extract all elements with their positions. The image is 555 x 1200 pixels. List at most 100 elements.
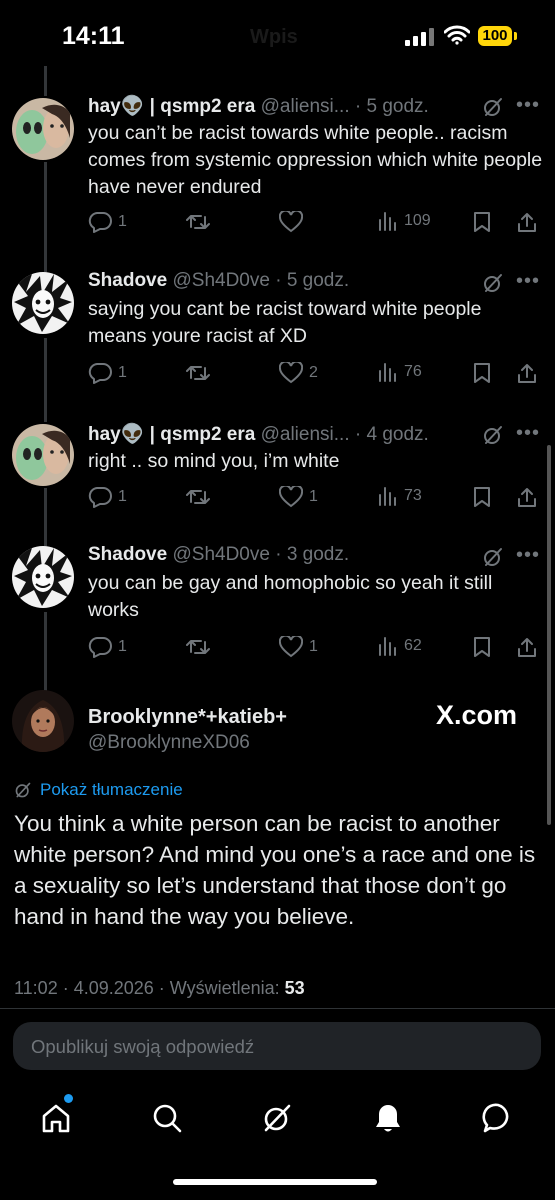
manga-avatar-image <box>12 272 74 334</box>
views-count: 109 <box>404 212 431 229</box>
thread-line <box>44 338 47 422</box>
thread-line <box>44 66 47 96</box>
bookmark-icon[interactable] <box>472 211 492 233</box>
grok-icon[interactable] <box>482 272 504 294</box>
bookmark-icon[interactable] <box>472 636 492 658</box>
heart-icon <box>279 636 303 658</box>
tweet-text: You think a white person can be racist t… <box>14 811 536 929</box>
translate-link[interactable]: Pokaż tłumaczenie <box>14 780 183 800</box>
tweet-text: you can be gay and homophobic so yeah it… <box>88 572 493 621</box>
share-icon[interactable] <box>516 211 538 233</box>
display-name[interactable]: Shadove <box>88 270 167 291</box>
tweet-actions: 1 2 76 <box>88 362 543 388</box>
reply-placeholder: Opublikuj swoją odpowiedź <box>31 1036 255 1057</box>
views-button[interactable]: 76 <box>378 362 422 382</box>
reply-input[interactable]: Opublikuj swoją odpowiedź <box>13 1022 541 1070</box>
reply-count: 1 <box>118 638 127 655</box>
avatar[interactable] <box>12 424 74 486</box>
profile-photo-image <box>12 690 74 752</box>
home-indicator[interactable] <box>173 1179 377 1185</box>
tweet-time: 5 godz. <box>286 270 350 291</box>
tweet-actions: 1 1 62 <box>88 636 543 662</box>
avatar[interactable] <box>12 98 74 160</box>
repost-icon <box>186 640 210 654</box>
like-count: 1 <box>309 488 318 505</box>
like-button[interactable]: 2 <box>279 362 318 384</box>
status-bar: 14:11 Wpis 100 <box>0 0 555 72</box>
repost-button[interactable] <box>186 211 216 233</box>
like-count: 1 <box>309 638 318 655</box>
grok-icon[interactable] <box>482 96 504 118</box>
more-options-icon[interactable]: ••• <box>516 94 540 117</box>
display-name[interactable]: hay👽 | qsmp2 era <box>88 96 255 117</box>
user-handle[interactable]: @BrooklynneXD06 <box>88 732 250 754</box>
bottom-tab-bar <box>0 1090 555 1150</box>
share-icon[interactable] <box>516 362 538 384</box>
reply-icon <box>88 363 112 384</box>
display-name[interactable]: hay👽 | qsmp2 era <box>88 424 255 445</box>
views-button[interactable]: 73 <box>378 486 422 506</box>
user-handle[interactable]: @aliensi... <box>261 424 350 445</box>
repost-button[interactable] <box>186 362 216 384</box>
views-count: 53 <box>284 978 305 998</box>
tweet-header: hay👽 | qsmp2 era @aliensi... · 4 godz. <box>88 424 429 445</box>
cellular-signal-icon <box>405 28 434 46</box>
tweet-header: Shadove @Sh4D0ve · 3 godz. <box>88 544 350 565</box>
divider <box>0 1008 555 1009</box>
reply-button[interactable]: 1 <box>88 486 127 508</box>
user-handle[interactable]: @aliensi... <box>261 96 350 117</box>
x-watermark: X.com <box>436 700 518 730</box>
grok-tab-icon[interactable] <box>261 1102 293 1134</box>
grok-icon[interactable] <box>482 546 504 568</box>
search-icon[interactable] <box>151 1102 183 1134</box>
heart-icon <box>279 362 303 384</box>
wifi-icon <box>444 25 470 45</box>
reply-button[interactable]: 1 <box>88 211 127 233</box>
like-button[interactable]: 1 <box>279 636 318 658</box>
bookmark-icon[interactable] <box>472 486 492 508</box>
display-name[interactable]: Shadove <box>88 544 167 565</box>
grok-icon <box>15 782 31 798</box>
like-button[interactable]: 1 <box>279 486 318 508</box>
tweet-time: 3 godz. <box>286 544 350 565</box>
home-icon[interactable] <box>40 1102 72 1134</box>
more-options-icon[interactable]: ••• <box>516 422 540 445</box>
more-options-icon[interactable]: ••• <box>516 544 540 567</box>
battery-indicator: 100 <box>478 26 512 46</box>
reply-button[interactable]: 1 <box>88 362 127 384</box>
tweet-text: you can’t be racist towards white people… <box>88 122 543 198</box>
tweet-header: hay👽 | qsmp2 era @aliensi... · 5 godz. <box>88 96 429 117</box>
bookmark-icon[interactable] <box>472 362 492 384</box>
share-icon[interactable] <box>516 636 538 658</box>
views-icon <box>379 363 396 382</box>
avatar[interactable] <box>12 546 74 608</box>
heart-icon <box>279 211 303 233</box>
tweet-actions: 1 1 73 <box>88 486 543 512</box>
notifications-icon[interactable] <box>372 1102 404 1134</box>
display-name[interactable]: Brooklynne*+katieb+ <box>88 706 287 729</box>
views-button[interactable]: 62 <box>378 636 422 656</box>
share-icon[interactable] <box>516 486 538 508</box>
more-options-icon[interactable]: ••• <box>516 270 540 293</box>
reply-count: 1 <box>118 213 127 230</box>
like-button[interactable] <box>279 211 309 233</box>
repost-button[interactable] <box>186 486 216 508</box>
manga-avatar-image <box>12 546 74 608</box>
views-count: 62 <box>404 637 422 654</box>
tweet-text: saying you cant be racist toward white p… <box>88 298 482 347</box>
grok-icon[interactable] <box>482 424 504 446</box>
repost-button[interactable] <box>186 636 216 658</box>
repost-icon <box>186 215 210 229</box>
scrollbar[interactable] <box>547 445 551 825</box>
status-time: 14:11 <box>62 22 125 50</box>
alien-avatar-image <box>12 424 74 486</box>
reply-button[interactable]: 1 <box>88 636 127 658</box>
messages-icon[interactable] <box>482 1102 514 1134</box>
avatar[interactable] <box>12 272 74 334</box>
avatar[interactable] <box>12 690 74 752</box>
views-button[interactable]: 109 <box>378 211 431 231</box>
user-handle[interactable]: @Sh4D0ve <box>172 544 269 565</box>
user-handle[interactable]: @Sh4D0ve <box>172 270 269 291</box>
views-count: 76 <box>404 363 422 380</box>
tweet-time: 5 godz. <box>366 96 429 117</box>
